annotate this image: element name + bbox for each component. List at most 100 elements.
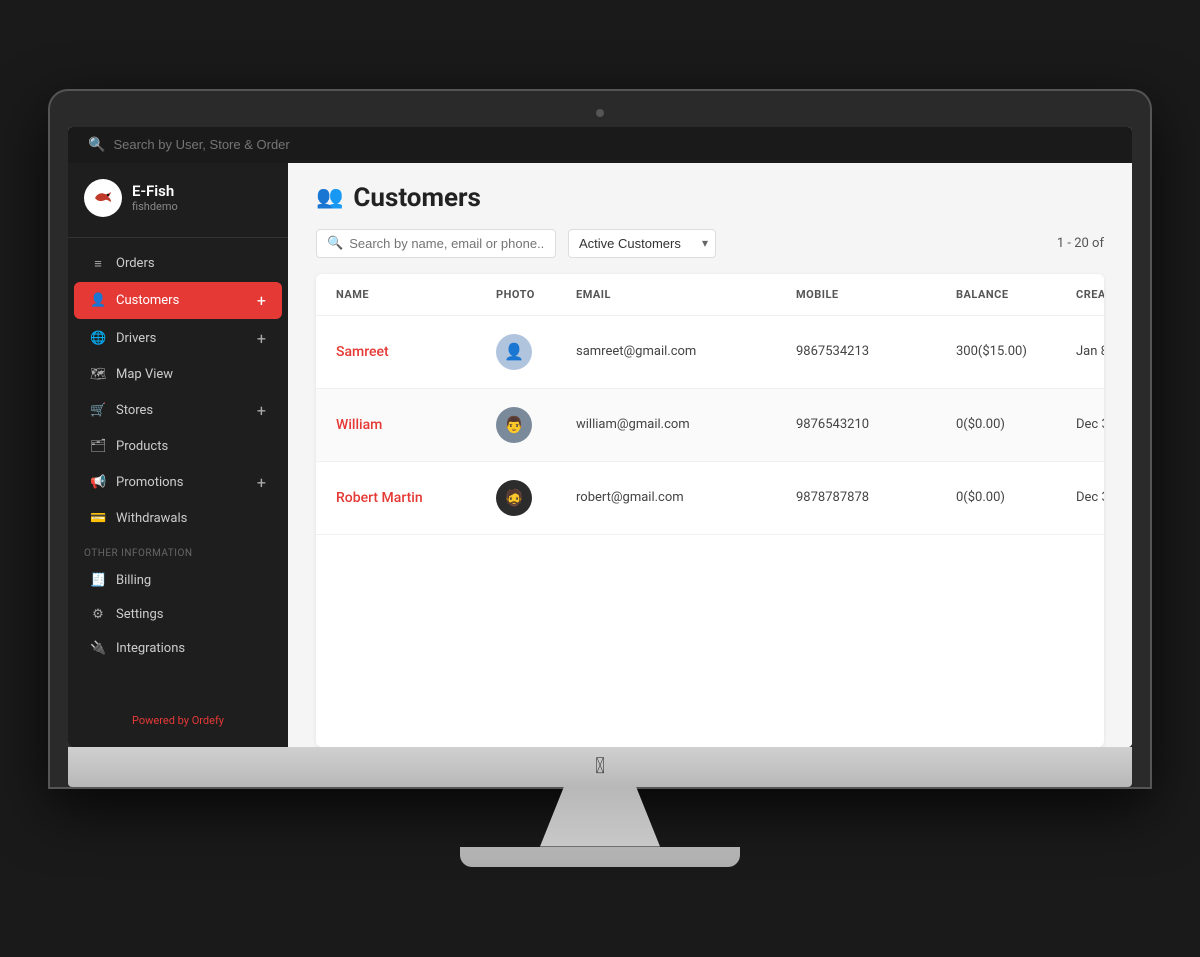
- customer-name[interactable]: Samreet: [336, 344, 496, 360]
- filter-select-wrapper[interactable]: Active CustomersInactive CustomersAll Cu…: [568, 229, 716, 258]
- customer-search-icon: 🔍: [327, 236, 343, 251]
- sidebar-item-settings[interactable]: ⚙ Settings: [74, 598, 282, 631]
- page-header: 👥 Customers: [288, 163, 1132, 229]
- main-layout: E-Fish fishdemo ≡ Orders 👤 Customers + 🌐: [68, 163, 1132, 747]
- th-balance: BALANCE: [956, 288, 1076, 301]
- sidebar-item-products[interactable]: 🗂 Products: [74, 430, 282, 463]
- sidebar-item-integrations[interactable]: 🔌 Integrations: [74, 632, 282, 665]
- imac-stand-base: [460, 847, 740, 867]
- brand-name: E-Fish: [132, 182, 178, 200]
- nav-icon-integrations: 🔌: [90, 641, 106, 656]
- customer-search-input[interactable]: [349, 236, 545, 251]
- th-mobile: MOBILE: [796, 288, 956, 301]
- powered-by: Powered by Ordefy: [68, 704, 288, 737]
- nav-icon-promotions: 📢: [90, 475, 106, 490]
- table-header: NAMEPHOTOEMAILMOBILEBALANCECREATED: [316, 274, 1104, 316]
- top-bar: 🔍: [68, 127, 1132, 163]
- customer-email: william@gmail.com: [576, 417, 796, 432]
- nav-label-integrations: Integrations: [116, 641, 185, 656]
- nav-plus-stores[interactable]: +: [257, 401, 266, 420]
- customer-email: samreet@gmail.com: [576, 344, 796, 359]
- customer-created: Dec 3, 10:36 AM: [1076, 490, 1104, 505]
- nav-label-drivers: Drivers: [116, 331, 156, 346]
- brand-sub: fishdemo: [132, 200, 178, 213]
- th-created: CREATED: [1076, 288, 1104, 301]
- customer-balance: 300($15.00): [956, 344, 1076, 359]
- avatar: 🧔: [496, 480, 532, 516]
- app-container: 🔍: [68, 127, 1132, 747]
- customer-filter-select[interactable]: Active CustomersInactive CustomersAll Cu…: [568, 229, 716, 258]
- customer-name[interactable]: Robert Martin: [336, 490, 496, 506]
- sidebar: E-Fish fishdemo ≡ Orders 👤 Customers + 🌐: [68, 163, 288, 747]
- nav-icon-billing: 🧾: [90, 573, 106, 588]
- customer-created: Dec 30, 11:25 AM 2022: [1076, 417, 1104, 432]
- nav-icon-products: 🗂: [90, 439, 106, 454]
- nav-icon-customers: 👤: [90, 293, 106, 308]
- customer-mobile: 9867534213: [796, 344, 956, 359]
- customer-search-box[interactable]: 🔍: [316, 229, 556, 258]
- nav-label-promotions: Promotions: [116, 475, 183, 490]
- table-row: William 👨 william@gmail.com 9876543210 0…: [316, 389, 1104, 462]
- sidebar-item-map-view[interactable]: 🗺 Map View: [74, 358, 282, 391]
- th-name: NAME: [336, 288, 496, 301]
- filters-row: 🔍 Active CustomersInactive CustomersAll …: [288, 229, 1132, 274]
- avatar: 👤: [496, 334, 532, 370]
- customer-email: robert@gmail.com: [576, 490, 796, 505]
- topbar-search-icon: 🔍: [88, 137, 105, 153]
- nav-icon-orders: ≡: [90, 256, 106, 272]
- nav-icon-settings: ⚙: [90, 607, 106, 622]
- sidebar-item-withdrawals[interactable]: 💳 Withdrawals: [74, 502, 282, 535]
- nav-icon-stores: 🛒: [90, 403, 106, 418]
- customer-mobile: 9878787878: [796, 490, 956, 505]
- pagination-text: 1 - 20 of: [1057, 236, 1104, 251]
- nav-label-stores: Stores: [116, 403, 153, 418]
- content-area: 👥 Customers 🔍 Active CustomersInactive C…: [288, 163, 1132, 747]
- nav-label-orders: Orders: [116, 256, 155, 271]
- nav-label-products: Products: [116, 439, 168, 454]
- page-title: Customers: [353, 183, 481, 213]
- apple-logo-icon: : [595, 754, 605, 779]
- imac-stand-neck: [540, 787, 660, 847]
- brand-logo: [84, 179, 122, 217]
- customer-balance: 0($0.00): [956, 490, 1076, 505]
- sidebar-item-promotions[interactable]: 📢 Promotions +: [74, 464, 282, 501]
- customer-balance: 0($0.00): [956, 417, 1076, 432]
- th-email: EMAIL: [576, 288, 796, 301]
- sidebar-item-customers[interactable]: 👤 Customers +: [74, 282, 282, 319]
- avatar: 👨: [496, 407, 532, 443]
- nav-label-withdrawals: Withdrawals: [116, 511, 187, 526]
- nav-label-map-view: Map View: [116, 367, 173, 382]
- page-header-icon: 👥: [316, 185, 343, 210]
- nav-section: ≡ Orders 👤 Customers + 🌐 Drivers + 🗺 Map…: [68, 238, 288, 704]
- customer-created: Jan 8, 12:14 PM: [1076, 344, 1104, 359]
- sidebar-item-orders[interactable]: ≡ Orders: [74, 247, 282, 281]
- brand-info: E-Fish fishdemo: [132, 182, 178, 213]
- imac-wrapper: 🔍: [50, 91, 1150, 867]
- imac-display: 🔍: [68, 127, 1132, 747]
- nav-label-customers: Customers: [116, 293, 179, 308]
- nav-plus-customers[interactable]: +: [257, 291, 266, 310]
- brand-area: E-Fish fishdemo: [68, 163, 288, 238]
- nav-icon-drivers: 🌐: [90, 331, 106, 346]
- customer-name[interactable]: William: [336, 417, 496, 433]
- th-photo: PHOTO: [496, 288, 576, 301]
- nav-label-settings: Settings: [116, 607, 163, 622]
- table-row: Samreet 👤 samreet@gmail.com 9867534213 3…: [316, 316, 1104, 389]
- nav-icon-map-view: 🗺: [90, 367, 106, 382]
- camera-dot: [596, 109, 604, 117]
- nav-label-billing: Billing: [116, 573, 151, 588]
- sidebar-item-stores[interactable]: 🛒 Stores +: [74, 392, 282, 429]
- sidebar-item-billing[interactable]: 🧾 Billing: [74, 564, 282, 597]
- other-info-label: Other Information: [68, 536, 288, 563]
- sidebar-item-drivers[interactable]: 🌐 Drivers +: [74, 320, 282, 357]
- imac-screen: 🔍: [50, 91, 1150, 787]
- topbar-search-input[interactable]: [113, 137, 413, 152]
- imac-chin: : [68, 747, 1132, 787]
- nav-plus-promotions[interactable]: +: [257, 473, 266, 492]
- nav-icon-withdrawals: 💳: [90, 511, 106, 526]
- ordefy-brand: Ordefy: [192, 714, 224, 727]
- table-row: Robert Martin 🧔 robert@gmail.com 9878787…: [316, 462, 1104, 535]
- customer-mobile: 9876543210: [796, 417, 956, 432]
- customers-table: NAMEPHOTOEMAILMOBILEBALANCECREATED Samre…: [316, 274, 1104, 747]
- nav-plus-drivers[interactable]: +: [257, 329, 266, 348]
